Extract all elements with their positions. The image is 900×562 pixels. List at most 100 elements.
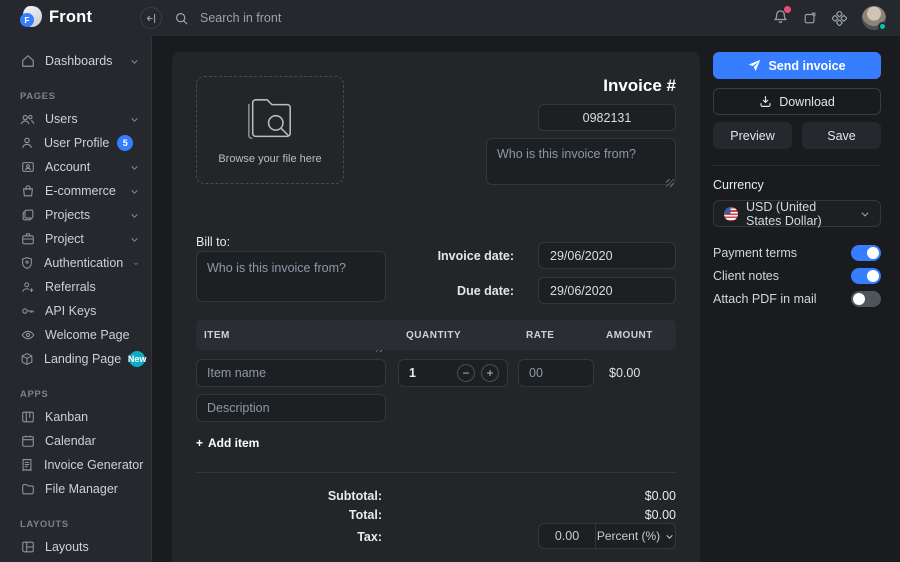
chevron-down-icon <box>130 57 139 66</box>
chevron-down-icon <box>860 209 870 219</box>
tax-input-group: Percent (%) <box>538 523 676 549</box>
chevron-down-icon <box>133 259 139 268</box>
sidebar-item-file-manager[interactable]: File Manager <box>0 477 151 501</box>
sidebar-item-api-keys[interactable]: API Keys <box>0 299 151 323</box>
user-profile-count-badge: 5 <box>117 135 133 151</box>
save-button[interactable]: Save <box>802 122 881 149</box>
calendar-icon <box>21 434 35 448</box>
attach-pdf-row: Attach PDF in mail <box>713 287 881 310</box>
sidebar-item-landing-page[interactable]: Landing Page New <box>0 347 151 371</box>
send-invoice-button[interactable]: Send invoice <box>713 52 881 79</box>
panel-divider <box>713 165 881 166</box>
sidebar-heading-pages: PAGES <box>0 89 151 103</box>
add-item-button[interactable]: + Add item <box>196 436 259 450</box>
users-icon <box>20 112 35 127</box>
due-date-input[interactable] <box>538 277 676 304</box>
plus-icon: + <box>196 436 203 450</box>
folder-icon <box>21 482 35 496</box>
rate-input[interactable] <box>518 359 594 387</box>
search-icon <box>175 12 188 25</box>
sidebar: Dashboards PAGES Users User Profile 5 Ac… <box>0 36 152 562</box>
sidebar-item-welcome-page[interactable]: Welcome Page <box>0 323 151 347</box>
shield-icon <box>20 256 34 270</box>
sidebar-item-layouts[interactable]: Layouts <box>0 535 151 559</box>
apps-button[interactable] <box>832 11 847 26</box>
chevron-down-icon <box>665 532 674 541</box>
sidebar-item-invoice-generator[interactable]: Invoice Generator <box>0 453 151 477</box>
col-item: ITEM <box>196 330 398 341</box>
col-rate: RATE <box>518 330 598 341</box>
brand-name: Front <box>49 8 92 27</box>
global-search[interactable]: Search in front <box>175 0 281 36</box>
currency-label: Currency <box>713 178 881 192</box>
sidebar-item-project[interactable]: Project <box>0 227 151 251</box>
items-table-header: ITEM QUANTITY RATE AMOUNT <box>196 320 676 350</box>
bill-to-label: Bill to: <box>196 235 230 249</box>
invoice-date-input[interactable] <box>538 242 676 269</box>
dropzone-label: Browse your file here <box>218 153 321 165</box>
invoice-number-input[interactable] <box>538 104 676 131</box>
diamond-grid-icon <box>832 11 847 26</box>
item-description-input[interactable] <box>196 394 386 422</box>
sidebar-item-users[interactable]: Users <box>0 107 151 131</box>
tax-value-input[interactable] <box>539 524 595 548</box>
preview-button[interactable]: Preview <box>713 122 792 149</box>
sidebar-item-authentication[interactable]: Authentication <box>0 251 151 275</box>
invoice-date-label: Invoice date: <box>424 249 514 263</box>
col-quantity: QUANTITY <box>398 330 518 341</box>
arrow-bar-left-icon <box>146 13 157 24</box>
payment-terms-toggle[interactable] <box>851 245 881 261</box>
topbar: F Front Search in front <box>0 0 900 36</box>
tax-label: Tax: <box>262 530 382 544</box>
download-button[interactable]: Download <box>713 88 881 115</box>
sidebar-item-projects[interactable]: Projects <box>0 203 151 227</box>
box-icon <box>20 352 34 366</box>
bill-to-textarea[interactable] <box>196 251 386 302</box>
attach-pdf-toggle[interactable] <box>851 291 881 307</box>
quantity-value[interactable]: 1 <box>407 366 451 380</box>
amount-value: $0.00 <box>598 366 676 380</box>
quantity-increase-button[interactable]: + <box>481 364 499 382</box>
sidebar-heading-layouts: LAYOUTS <box>0 517 151 531</box>
us-flag-icon <box>724 207 738 221</box>
due-date-label: Due date: <box>424 284 514 298</box>
total-value: $0.00 <box>645 508 676 522</box>
share-button[interactable] <box>803 11 817 25</box>
sidebar-item-referrals[interactable]: Referrals <box>0 275 151 299</box>
quantity-stepper: 1 − + <box>398 359 508 387</box>
subtotal-value: $0.00 <box>645 489 676 503</box>
subtotal-label: Subtotal: <box>262 489 382 503</box>
sidebar-heading-apps: APPS <box>0 387 151 401</box>
user-avatar[interactable] <box>862 6 886 30</box>
notification-badge-dot <box>784 6 791 13</box>
chevron-down-icon <box>130 115 139 124</box>
download-icon <box>759 95 772 108</box>
sidebar-item-user-profile[interactable]: User Profile 5 <box>0 131 151 155</box>
sidebar-item-ecommerce[interactable]: E-commerce <box>0 179 151 203</box>
stack-icon <box>21 208 35 222</box>
invoice-from-textarea[interactable] <box>486 138 676 185</box>
sidebar-collapse-button[interactable] <box>140 7 162 29</box>
eye-icon <box>21 328 35 342</box>
chevron-down-icon <box>130 235 139 244</box>
layout-icon <box>21 540 35 554</box>
brand-logo[interactable]: F Front <box>20 6 92 28</box>
item-name-input[interactable] <box>196 359 386 387</box>
quantity-decrease-button[interactable]: − <box>457 364 475 382</box>
chevron-down-icon <box>130 187 139 196</box>
tax-unit-select[interactable]: Percent (%) <box>595 524 675 548</box>
notifications-button[interactable] <box>773 9 788 27</box>
invoice-actions-panel: Send invoice Download Preview Save Curre… <box>713 52 881 562</box>
search-placeholder: Search in front <box>200 11 281 25</box>
folder-search-icon <box>239 95 301 145</box>
client-notes-toggle[interactable] <box>851 268 881 284</box>
totals-divider <box>196 472 676 473</box>
sidebar-item-kanban[interactable]: Kanban <box>0 405 151 429</box>
sidebar-item-account[interactable]: Account <box>0 155 151 179</box>
sidebar-item-dashboards[interactable]: Dashboards <box>0 49 151 73</box>
item-row: 1 − + $0.00 <box>196 359 676 387</box>
currency-select[interactable]: USD (United States Dollar) <box>713 200 881 227</box>
sidebar-item-calendar[interactable]: Calendar <box>0 429 151 453</box>
logo-upload-dropzone[interactable]: Browse your file here <box>196 76 344 184</box>
chevron-down-icon <box>130 163 139 172</box>
